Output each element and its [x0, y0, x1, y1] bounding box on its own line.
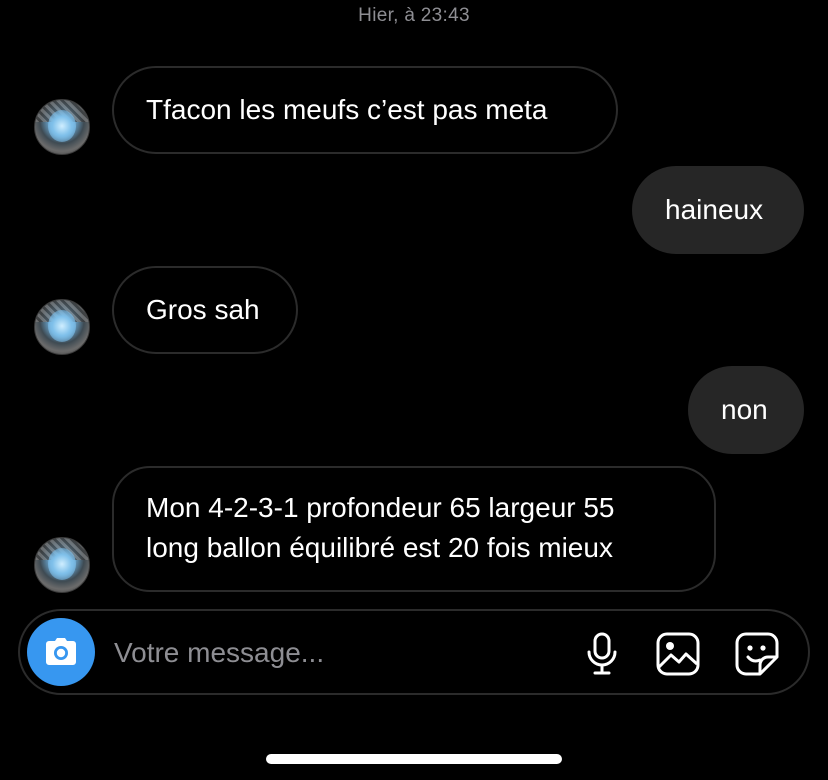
incoming-message-bubble[interactable]: Tfacon les meufs c’est pas meta [112, 66, 618, 154]
gallery-button[interactable] [654, 630, 702, 678]
incoming-message-bubble[interactable]: Mon 4-2-3-1 profondeur 65 largeur 55 lon… [112, 466, 716, 592]
message-text: haineux [665, 194, 764, 225]
message-text-line: long ballon équilibré est 20 fois mieux [146, 532, 613, 563]
sticker-button[interactable] [733, 630, 781, 678]
sender-avatar[interactable] [34, 537, 90, 593]
dm-thread-screen: Hier, à 23:43 Tfacon les meufs c’est pas… [0, 0, 828, 780]
microphone-icon [587, 632, 617, 675]
incoming-message-bubble[interactable]: Gros sah [112, 266, 298, 354]
sender-avatar[interactable] [34, 299, 90, 355]
outgoing-message-bubble[interactable]: non [688, 366, 804, 454]
camera-button[interactable] [27, 618, 95, 686]
message-text: Gros sah [146, 294, 260, 325]
sticker-icon [735, 632, 779, 676]
camera-icon [46, 638, 76, 665]
message-timestamp: Hier, à 23:43 [358, 5, 470, 26]
gallery-icon [656, 632, 700, 676]
message-text: Tfacon les meufs c’est pas meta [146, 94, 548, 125]
message-input[interactable] [114, 633, 554, 673]
microphone-button[interactable] [578, 630, 626, 678]
message-text: non [721, 394, 768, 425]
message-composer [18, 609, 810, 695]
outgoing-message-bubble[interactable]: haineux [632, 166, 804, 254]
home-indicator[interactable] [266, 754, 562, 764]
sender-avatar[interactable] [34, 99, 90, 155]
message-text-line: Mon 4-2-3-1 profondeur 65 largeur 55 [146, 492, 615, 523]
